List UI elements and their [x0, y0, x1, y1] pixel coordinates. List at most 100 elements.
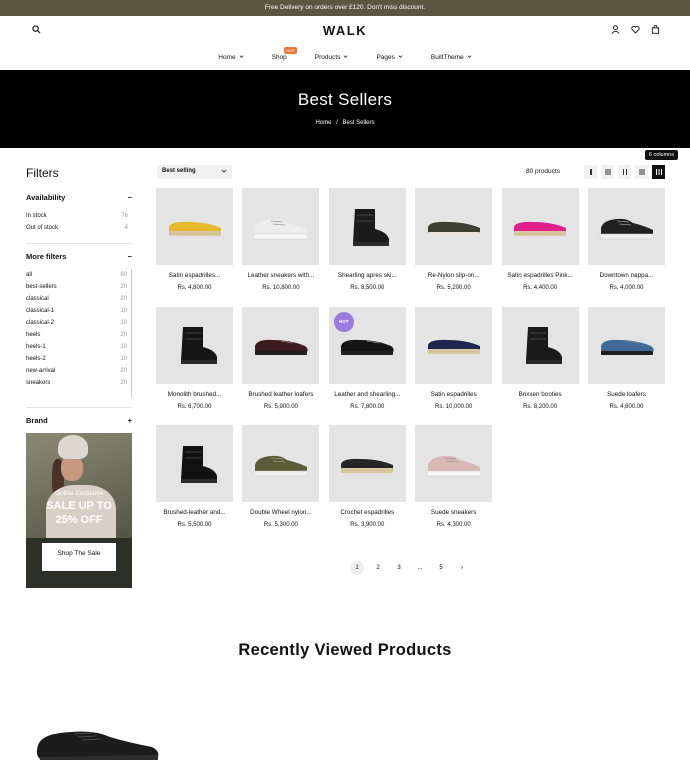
- product-image[interactable]: [415, 425, 493, 502]
- product-card[interactable]: Brushed leather loafers Rs. 5,900.00: [242, 306, 320, 410]
- product-title[interactable]: Brushed leather loafers: [242, 391, 319, 398]
- product-image[interactable]: [242, 306, 320, 384]
- product-card[interactable]: Suede loafers Rs. 4,600.00: [588, 306, 665, 410]
- product-title[interactable]: Suede loafers: [588, 391, 665, 398]
- product-image[interactable]: [588, 188, 665, 265]
- product-image[interactable]: [156, 306, 233, 384]
- filter-option[interactable]: classical-1 10: [26, 305, 131, 317]
- product-title[interactable]: Suede sneakers: [415, 509, 492, 516]
- product-image[interactable]: HOT: [328, 306, 406, 384]
- promo-banner[interactable]: Online Exclusive SALE UP TO 25% OFF Shop…: [26, 433, 132, 588]
- product-card[interactable]: HOT Leather and shearling... Rs. 7,800.00: [328, 306, 406, 410]
- filter-option[interactable]: classical-2 10: [26, 317, 131, 329]
- product-title[interactable]: Satin espadrilles...: [156, 272, 233, 279]
- product-title[interactable]: Leather sneakers with...: [242, 272, 319, 279]
- page-link[interactable]: 3: [392, 561, 406, 575]
- product-card[interactable]: Re-Nylon slip-on... Rs. 5,200.00: [415, 188, 493, 291]
- recently-viewed-product-image[interactable]: [32, 725, 162, 760]
- view-rows-icon[interactable]: [601, 165, 614, 179]
- product-image[interactable]: [501, 306, 579, 384]
- product-title[interactable]: Double Wheel nylon...: [242, 509, 319, 516]
- product-title[interactable]: Shearling apres ski...: [329, 272, 406, 279]
- page-link[interactable]: ...: [413, 561, 427, 575]
- product-title[interactable]: Brixxen booties: [502, 391, 579, 398]
- product-card[interactable]: Brixxen booties Rs. 8,200.00: [501, 306, 579, 410]
- nav-item-builttheme[interactable]: BuiltTheme: [431, 54, 472, 61]
- view-grid-4-icon[interactable]: [635, 165, 648, 179]
- product-card[interactable]: Crochet espadrilles Rs. 3,900.00: [328, 425, 406, 528]
- nav-item-products[interactable]: Products: [315, 54, 349, 61]
- view-grid-3-icon[interactable]: [618, 165, 631, 179]
- page-link[interactable]: 5: [434, 561, 448, 575]
- wishlist-icon[interactable]: [631, 25, 640, 36]
- page-title: Best Sellers: [297, 90, 393, 109]
- product-card[interactable]: Leather sneakers with... Rs. 10,800.00: [242, 188, 320, 291]
- next-page-icon[interactable]: ›: [455, 561, 469, 575]
- filter-option[interactable]: heels-1 10: [26, 341, 131, 353]
- product-card[interactable]: Suede sneakers Rs. 4,300.00: [415, 425, 493, 528]
- filter-option[interactable]: Out of stock 4: [26, 222, 132, 234]
- product-title[interactable]: Satin espadrilles: [415, 391, 492, 398]
- shop-sale-button[interactable]: Shop The Sale: [42, 543, 116, 571]
- product-card[interactable]: Downtown nappa... Rs. 4,000.00: [588, 188, 665, 291]
- page-link[interactable]: 2: [371, 561, 385, 575]
- nav-item-label: BuiltTheme: [430, 53, 464, 61]
- product-image[interactable]: [242, 188, 320, 265]
- pagination: 1 2 3... 5 ›: [350, 561, 469, 575]
- collapse-icon[interactable]: −: [128, 252, 132, 261]
- more-filters-header[interactable]: More filters −: [26, 252, 132, 261]
- site-logo[interactable]: WALK: [0, 23, 690, 38]
- product-title[interactable]: Leather and shearling...: [329, 391, 406, 398]
- product-image[interactable]: [156, 425, 233, 502]
- brand-filter-label: Brand: [26, 416, 48, 425]
- availability-filter-header[interactable]: Availability −: [26, 193, 132, 202]
- product-title[interactable]: Brushed-leather and...: [156, 509, 233, 516]
- filter-option[interactable]: heels 20: [26, 329, 131, 341]
- filter-option[interactable]: classical 20: [26, 293, 131, 305]
- product-card[interactable]: Brushed-leather and... Rs. 5,500.00: [156, 425, 233, 528]
- filter-option[interactable]: sneakers 20: [26, 377, 131, 389]
- filter-option[interactable]: new-arrival 20: [26, 365, 131, 377]
- product-title[interactable]: Re-Nylon slip-on...: [415, 272, 492, 279]
- product-card[interactable]: Shearling apres ski... Rs. 8,500.00: [328, 188, 406, 291]
- product-shoe-graphic: [341, 458, 394, 473]
- product-image[interactable]: [328, 188, 406, 265]
- product-title[interactable]: Crochet espadrilles: [329, 509, 406, 516]
- product-shoe-graphic: [254, 339, 308, 355]
- brand-filter-header[interactable]: Brand +: [26, 416, 132, 425]
- product-title[interactable]: Downtown nappa...: [588, 272, 665, 279]
- breadcrumb-home[interactable]: Home: [315, 120, 331, 126]
- product-image[interactable]: [156, 188, 233, 265]
- view-list-icon[interactable]: [584, 165, 597, 179]
- cart-icon[interactable]: [651, 24, 660, 36]
- product-card[interactable]: Satin espadrilles Pink... Rs. 4,400.00: [501, 188, 579, 291]
- sort-select[interactable]: Best selling: [157, 165, 232, 179]
- filter-option[interactable]: In stock 76: [26, 210, 132, 222]
- product-card[interactable]: Satin espadrilles Rs. 10,000.00: [415, 306, 493, 410]
- product-image[interactable]: [328, 425, 406, 502]
- product-price: Rs. 4,600.00: [609, 403, 644, 410]
- nav-item-shop[interactable]: Shop HOT: [272, 46, 297, 61]
- expand-icon[interactable]: +: [128, 416, 132, 425]
- nav-item-home[interactable]: Home: [218, 54, 244, 61]
- product-title[interactable]: Satin espadrilles Pink...: [502, 272, 579, 279]
- product-image[interactable]: [588, 306, 665, 384]
- view-grid-6-icon[interactable]: [652, 165, 665, 179]
- product-image[interactable]: [415, 188, 493, 265]
- product-card[interactable]: Double Wheel nylon... Rs. 5,300.00: [242, 425, 320, 528]
- product-image[interactable]: [501, 188, 579, 265]
- product-title[interactable]: Monolith brushed...: [156, 391, 233, 398]
- more-filters-options[interactable]: all 80 best-sellers 20 classical 20 classical-…: [26, 269, 132, 398]
- filter-option[interactable]: best-sellers 20: [26, 281, 131, 293]
- product-card[interactable]: Monolith brushed... Rs. 6,700.00: [156, 306, 233, 410]
- product-card[interactable]: Satin espadrilles... Rs. 4,800.00: [156, 188, 233, 291]
- page-link[interactable]: 1: [350, 561, 364, 575]
- collapse-icon[interactable]: −: [128, 193, 132, 202]
- filter-option[interactable]: all 80: [26, 269, 131, 281]
- account-icon[interactable]: [611, 25, 620, 36]
- nav-item-pages[interactable]: Pages: [376, 54, 403, 61]
- promo-eyebrow: Online Exclusive: [54, 490, 104, 497]
- product-image[interactable]: [415, 306, 493, 384]
- filter-option[interactable]: heels-2 10: [26, 353, 131, 365]
- product-image[interactable]: [242, 425, 320, 502]
